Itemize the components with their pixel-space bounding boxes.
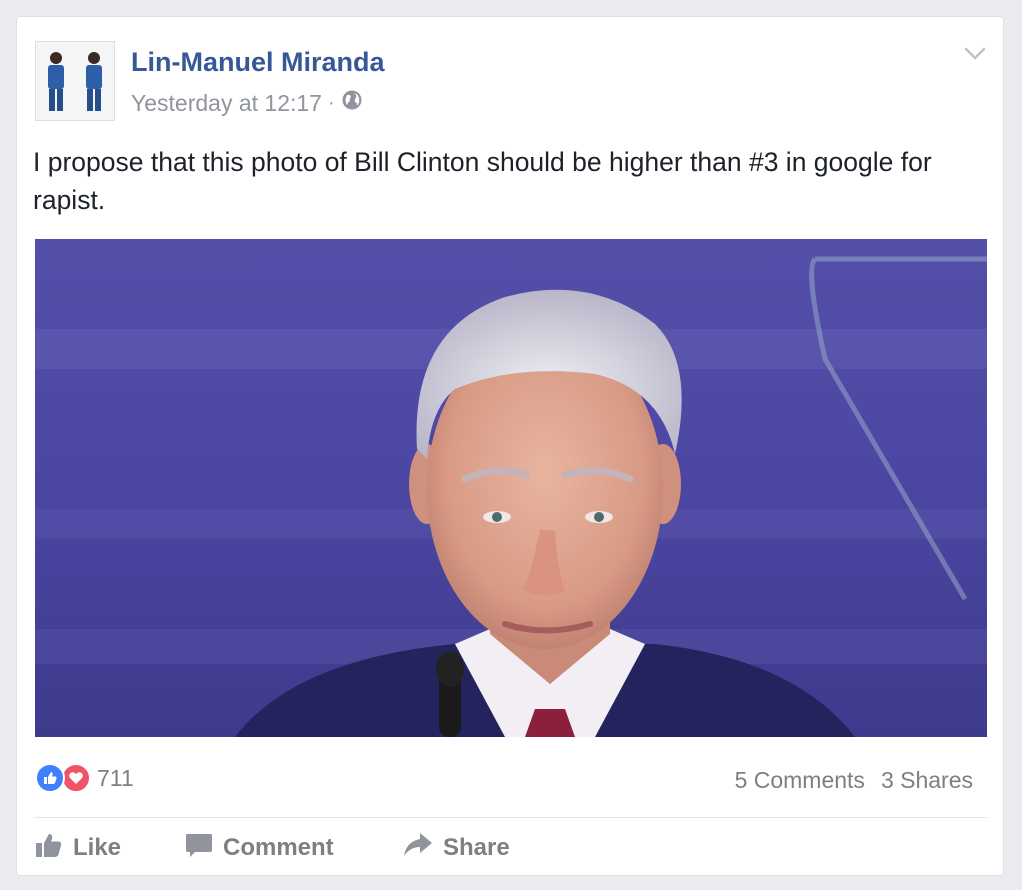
meta-separator: · <box>327 91 335 114</box>
share-button-label: Share <box>443 834 510 861</box>
author-name-link[interactable]: Lin-Manuel Miranda <box>131 47 385 78</box>
like-reaction-icon <box>35 763 65 793</box>
post-card: Lin-Manuel Miranda Yesterday at 12:17 · … <box>16 16 1004 876</box>
comment-button-label: Comment <box>223 834 334 861</box>
author-avatar[interactable] <box>35 41 115 121</box>
comment-bubble-icon <box>185 832 213 865</box>
globe-icon[interactable] <box>341 89 363 117</box>
thumbs-up-icon <box>35 832 63 865</box>
like-button[interactable]: Like <box>35 832 185 865</box>
share-arrow-icon <box>403 832 433 865</box>
actions-divider <box>35 817 987 818</box>
love-reaction-icon <box>61 763 91 793</box>
avatar-image <box>36 42 114 120</box>
post-actions-bar: Like Comment Share <box>35 829 553 867</box>
engagement-counts: 5 Comments 3 Shares <box>735 767 973 794</box>
reactions-summary[interactable]: 711 <box>35 763 134 793</box>
post-timestamp[interactable]: Yesterday at 12:17 <box>131 90 322 117</box>
post-text: I propose that this photo of Bill Clinto… <box>33 147 932 215</box>
portrait-photo <box>35 239 987 737</box>
share-button[interactable]: Share <box>403 832 553 865</box>
like-button-label: Like <box>73 834 122 861</box>
chevron-down-icon[interactable] <box>963 43 987 63</box>
comment-button[interactable]: Comment <box>185 832 403 865</box>
reaction-count: 711 <box>97 764 134 791</box>
comments-count-link[interactable]: 5 Comments <box>735 767 865 794</box>
post-meta: Yesterday at 12:17 · <box>131 89 363 117</box>
post-photo[interactable] <box>35 239 987 737</box>
shares-count-link[interactable]: 3 Shares <box>881 767 973 794</box>
